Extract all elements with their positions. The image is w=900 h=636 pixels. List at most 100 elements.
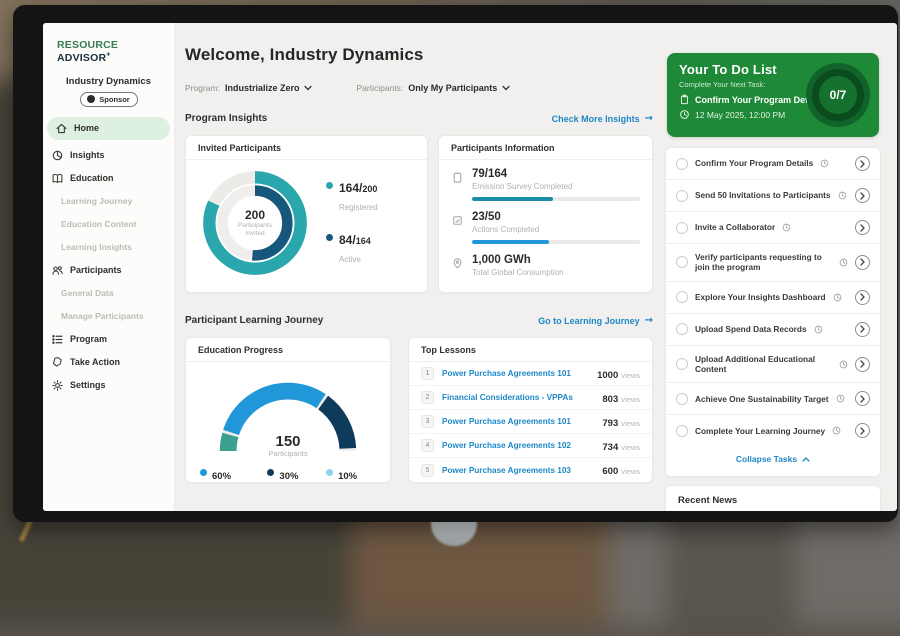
consumption-pin-icon: [451, 257, 464, 270]
sidebar-item-general-data[interactable]: General Data: [43, 282, 174, 305]
clock-icon: [782, 223, 791, 232]
participants-select[interactable]: Participants: Only My Participants: [356, 83, 510, 93]
task-open-button[interactable]: [855, 156, 870, 171]
card-title: Education Progress: [186, 338, 390, 362]
task-open-button[interactable]: [855, 188, 870, 203]
task-open-button[interactable]: [855, 290, 870, 305]
task-row[interactable]: Verify participants requesting to join t…: [666, 244, 880, 282]
sidebar-item-education-content[interactable]: Education Content: [43, 213, 174, 236]
task-row[interactable]: Achieve One Sustainability Target: [666, 383, 880, 415]
lesson-link[interactable]: Power Purchase Agreements 101: [442, 417, 594, 426]
lesson-link[interactable]: Power Purchase Agreements 102: [442, 441, 594, 450]
task-row[interactable]: Upload Spend Data Records: [666, 314, 880, 346]
lesson-row: 5 Power Purchase Agreements 103 600views: [409, 458, 652, 482]
logo-primary: RESOURCE: [57, 39, 118, 51]
clock-icon: [839, 360, 848, 369]
page-title: Welcome, Industry Dynamics: [185, 45, 423, 65]
filters: Program: Industrialize Zero Participants…: [185, 83, 510, 93]
program-label: Program:: [185, 83, 220, 93]
task-row[interactable]: Invite a Collaborator: [666, 212, 880, 244]
sidebar-item-manage-participants[interactable]: Manage Participants: [43, 305, 174, 328]
invited-donut-chart: 200 Participants Invited: [196, 164, 314, 282]
todo-progress-value: 0/7: [830, 88, 847, 102]
logo-secondary: ADVISOR+: [57, 52, 111, 64]
clock-icon: [820, 159, 829, 168]
legend-completed: 60%Completed: [200, 466, 248, 483]
task-checkbox[interactable]: [676, 323, 688, 335]
participants-value: Only My Participants: [408, 83, 497, 93]
clock-icon: [833, 293, 842, 302]
task-row[interactable]: Confirm Your Program Details: [666, 148, 880, 180]
info-row-survey: 79/164 Emission Survey Completed: [439, 160, 652, 203]
rank-badge: 5: [421, 464, 434, 477]
sidebar-item-education[interactable]: Education: [43, 167, 174, 190]
clock-icon: [839, 258, 848, 267]
clock-icon: [814, 325, 823, 334]
clock-icon: [836, 394, 845, 403]
clock-icon: [679, 109, 690, 120]
card-title: Invited Participants: [186, 136, 427, 160]
clipboard-icon: [679, 94, 690, 105]
completed-dot-icon: [200, 469, 207, 476]
legend-registered: 164/200Registered: [326, 179, 378, 215]
sidebar-item-learning-insights[interactable]: Learning Insights: [43, 236, 174, 259]
collapse-tasks-link[interactable]: Collapse Tasks: [666, 446, 880, 470]
recent-news-card: Recent News: [665, 485, 881, 511]
task-checkbox[interactable]: [676, 358, 688, 370]
legend-not-started: 10%Not Started: [326, 466, 376, 483]
participants-label: Participants:: [356, 83, 403, 93]
education-icon: [51, 172, 64, 185]
info-row-consumption: 1,000 GWh Total Global Consumption: [439, 246, 652, 279]
education-gauge-chart: 150 Participants: [203, 370, 373, 458]
dashboard-screen: RESOURCE ADVISOR+ Industry Dynamics Spon…: [43, 23, 897, 511]
arrow-right-icon: →: [645, 113, 653, 124]
sidebar-item-settings[interactable]: Settings: [43, 374, 174, 397]
task-checkbox[interactable]: [676, 190, 688, 202]
home-icon: [55, 122, 68, 135]
task-checkbox[interactable]: [676, 158, 688, 170]
check-more-insights-link[interactable]: Check More Insights→: [552, 113, 653, 124]
program-select[interactable]: Program: Industrialize Zero: [185, 83, 312, 93]
task-open-button[interactable]: [855, 322, 870, 337]
monitor-bezel: RESOURCE ADVISOR+ Industry Dynamics Spon…: [13, 5, 898, 522]
task-checkbox[interactable]: [676, 256, 688, 268]
task-open-button[interactable]: [855, 423, 870, 438]
invited-participants-card: Invited Participants 200 Participants In…: [185, 135, 428, 293]
program-value: Industrialize Zero: [225, 83, 300, 93]
top-lessons-card: Top Lessons 1 Power Purchase Agreements …: [408, 337, 653, 483]
info-row-actions: 23/50 Actions Completed: [439, 203, 652, 246]
sponsor-badge[interactable]: Sponsor: [80, 92, 138, 107]
task-checkbox[interactable]: [676, 291, 688, 303]
pending-dot-icon: [267, 469, 274, 476]
gauge-center-value: 150: [203, 434, 373, 449]
learning-journey-header: Participant Learning Journey Go to Learn…: [185, 315, 653, 326]
task-checkbox[interactable]: [676, 222, 688, 234]
task-row[interactable]: Explore Your Insights Dashboard: [666, 282, 880, 314]
sidebar-item-learning-journey[interactable]: Learning Journey: [43, 190, 174, 213]
sidebar-item-insights[interactable]: Insights: [43, 144, 174, 167]
go-to-learning-journey-link[interactable]: Go to Learning Journey→: [538, 315, 653, 326]
lesson-link[interactable]: Power Purchase Agreements 103: [442, 466, 594, 475]
task-row[interactable]: Complete Your Learning Journey: [666, 415, 880, 446]
task-row[interactable]: Upload Additional Educational Content: [666, 346, 880, 384]
todo-task-list: Confirm Your Program Details Send 50 Inv…: [665, 147, 881, 477]
task-open-button[interactable]: [855, 255, 870, 270]
sidebar-item-take-action[interactable]: Take Action: [43, 351, 174, 374]
lesson-link[interactable]: Financial Considerations - VPPAs: [442, 393, 594, 402]
sidebar-nav: Home Insights Education Learning Journey…: [43, 117, 174, 397]
org-name: Industry Dynamics: [43, 76, 174, 87]
task-checkbox[interactable]: [676, 393, 688, 405]
lesson-row: 1 Power Purchase Agreements 101 1000view…: [409, 362, 652, 386]
sidebar-item-program[interactable]: Program: [43, 328, 174, 351]
task-open-button[interactable]: [855, 391, 870, 406]
sidebar-item-participants[interactable]: Participants: [43, 259, 174, 282]
lesson-link[interactable]: Power Purchase Agreements 101: [442, 369, 589, 378]
task-open-button[interactable]: [855, 220, 870, 235]
insights-icon: [51, 149, 64, 162]
task-row[interactable]: Send 50 Invitations to Participants: [666, 180, 880, 212]
arrow-right-icon: →: [645, 315, 653, 326]
sidebar-item-home[interactable]: Home: [47, 117, 170, 140]
task-checkbox[interactable]: [676, 425, 688, 437]
lesson-row: 4 Power Purchase Agreements 102 734views: [409, 434, 652, 458]
task-open-button[interactable]: [855, 357, 870, 372]
